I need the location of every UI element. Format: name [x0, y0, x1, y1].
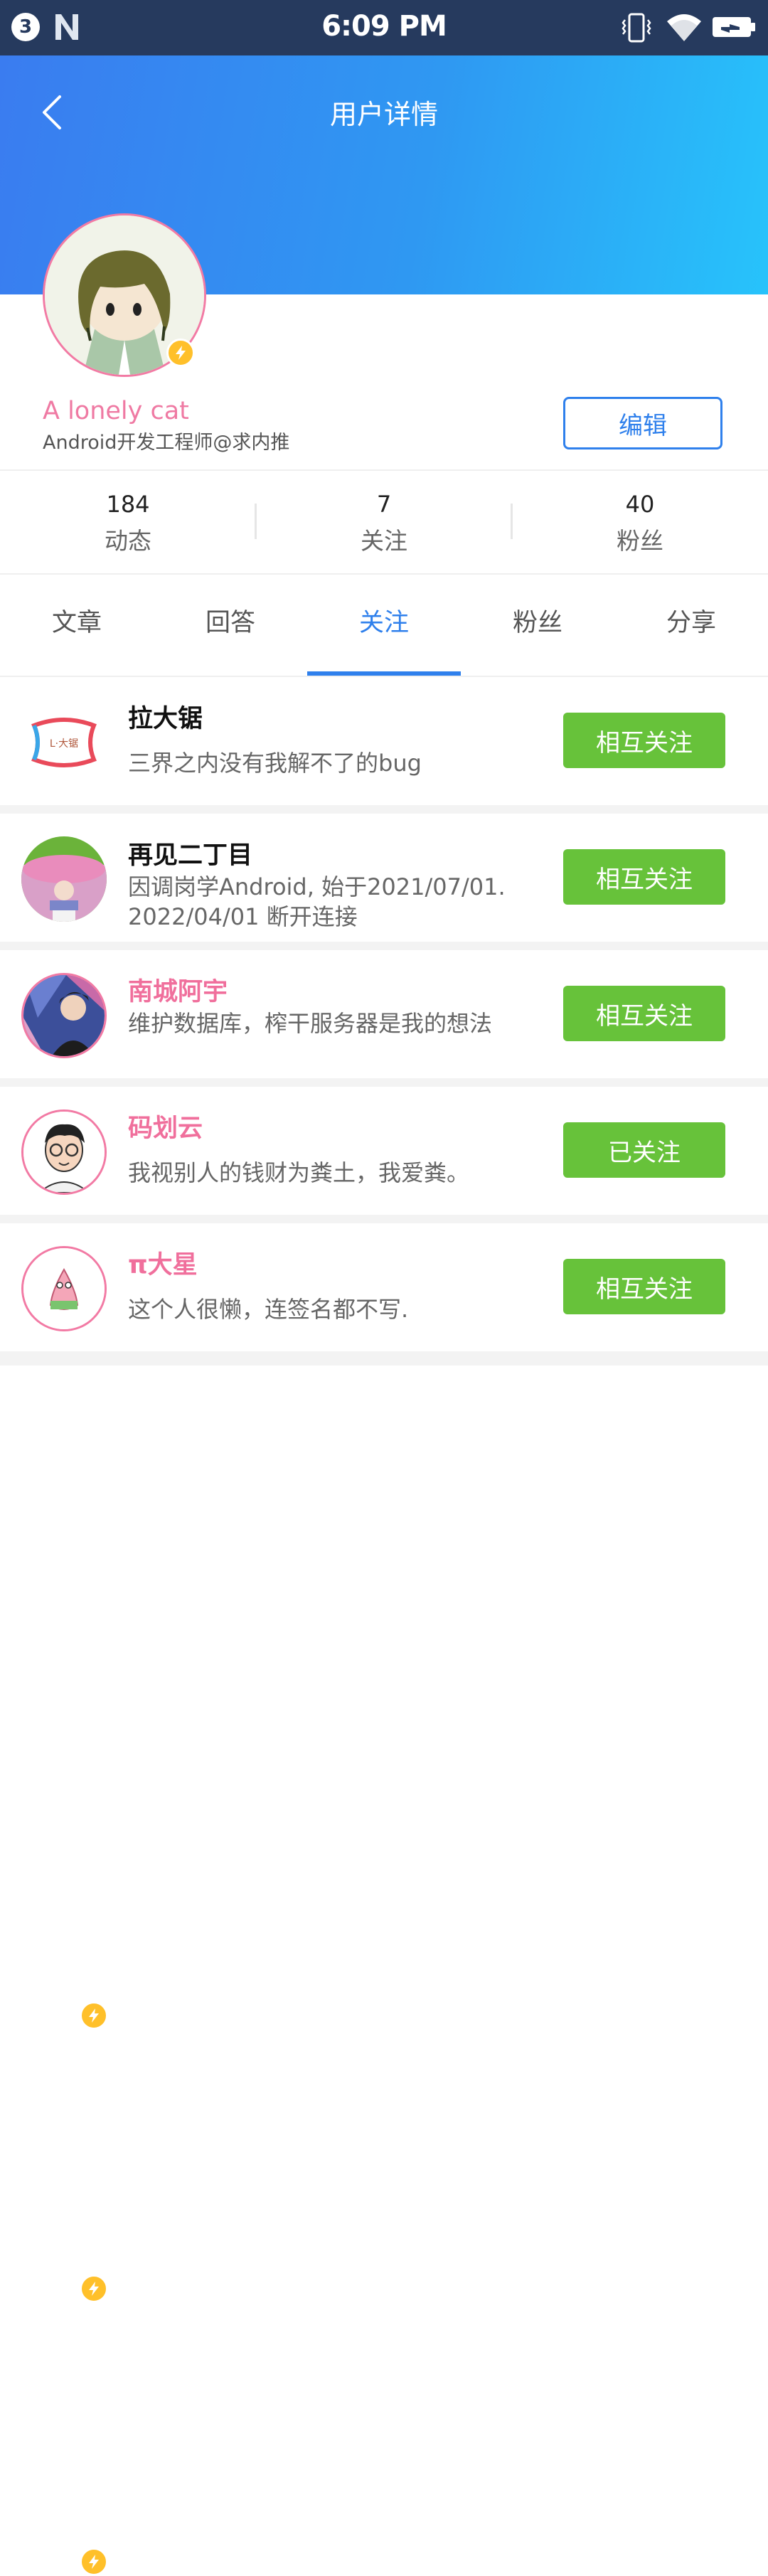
item-desc: 我视别人的钱财为粪土，我爱粪。 [128, 1159, 470, 1186]
mutual-follow-button[interactable]: 相互关注 [563, 849, 725, 905]
user-name: A lonely cat [43, 397, 189, 425]
stat-posts-value: 184 [106, 491, 150, 518]
vip-badge-icon [80, 2001, 108, 2030]
page-title: 用户详情 [329, 99, 438, 130]
avatar[interactable] [21, 1109, 107, 1195]
list-separator [0, 942, 768, 950]
avatar[interactable]: L·大锯 [21, 700, 107, 785]
stat-following[interactable]: 7 关注 [256, 471, 512, 573]
mutual-follow-button[interactable]: 相互关注 [563, 713, 725, 768]
item-name: 码划云 [128, 1114, 203, 1143]
mutual-follow-button[interactable]: 相互关注 [563, 1259, 725, 1314]
list-separator [0, 805, 768, 814]
list-separator [0, 1215, 768, 1223]
list-item[interactable]: π大星 这个人很懒，连签名都不写. 相互关注 [0, 1223, 768, 2576]
vibrate-icon [622, 13, 651, 43]
item-desc: 这个人很懒，连签名都不写. [128, 1296, 409, 1323]
tab-shares[interactable]: 分享 [614, 576, 768, 676]
list-separator [0, 1351, 768, 1366]
wifi-icon [667, 14, 701, 41]
list-item[interactable]: L·大锯 拉大锯 三界之内没有我解不了的bug 相互关注 [0, 677, 768, 805]
item-name: π大星 [128, 1251, 198, 1279]
stat-fans-label: 粉丝 [617, 527, 663, 555]
tab-following[interactable]: 关注 [307, 576, 461, 676]
item-desc: 三界之内没有我解不了的bug [128, 750, 422, 777]
vip-badge-icon [80, 2548, 108, 2576]
stat-fans-value: 40 [625, 491, 655, 518]
tab-bar: 文章 回答 关注 粉丝 分享 [0, 576, 768, 676]
stat-fans[interactable]: 40 粉丝 [512, 471, 768, 573]
battery-charging-icon [713, 17, 755, 37]
stat-following-label: 关注 [361, 527, 407, 555]
list-item[interactable]: 再见二丁目 因调岗学Android, 始于2021/07/01. 2022/04… [0, 814, 768, 942]
stat-posts-label: 动态 [105, 527, 151, 555]
item-name: 再见二丁目 [128, 841, 253, 870]
mutual-follow-button[interactable]: 相互关注 [563, 986, 725, 1041]
vip-badge-icon [80, 2274, 108, 2303]
followed-button[interactable]: 已关注 [563, 1122, 725, 1178]
list-item[interactable]: 南城阿宇 维护数据库，榨干服务器是我的想法 相互关注 [0, 950, 768, 2030]
user-bio: Android开发工程师@求内推 [43, 432, 290, 454]
avatar[interactable] [21, 836, 107, 922]
stats-bar: 184 动态 7 关注 40 粉丝 [0, 471, 768, 573]
status-bar: 3 6:09 PM [0, 0, 768, 55]
vip-badge-icon [166, 339, 195, 367]
tab-fans[interactable]: 粉丝 [461, 576, 614, 676]
item-name: 拉大锯 [128, 705, 203, 733]
tab-articles[interactable]: 文章 [0, 576, 154, 676]
stat-posts[interactable]: 184 动态 [0, 471, 256, 573]
item-name: 南城阿宇 [128, 978, 228, 1006]
item-desc: 维护数据库，榨干服务器是我的想法 [128, 1010, 493, 1037]
list-separator [0, 1078, 768, 1087]
tab-answers[interactable]: 回答 [154, 576, 307, 676]
edit-profile-button[interactable]: 编辑 [563, 397, 722, 449]
stat-following-value: 7 [376, 491, 392, 518]
avatar[interactable] [21, 973, 107, 1058]
logo-text: L·大锯 [50, 738, 78, 750]
item-desc: 因调岗学Android, 始于2021/07/01. 2022/04/01 断开… [128, 873, 506, 930]
list-item[interactable]: 码划云 我视别人的钱财为粪土，我爱粪。 已关注 [0, 1087, 768, 2303]
divider [0, 573, 768, 575]
avatar[interactable] [21, 1246, 107, 1331]
